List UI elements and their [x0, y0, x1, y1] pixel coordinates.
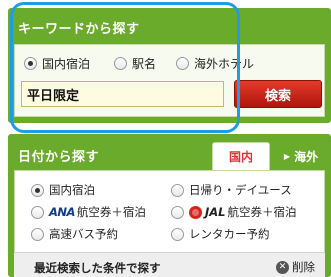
- date-search-panel: 日付から探す 国内 ▶ 海外 国内宿泊 日帰り・デイユース ANA 航空券＋宿泊…: [8, 134, 331, 277]
- option-day-trip[interactable]: 日帰り・デイユース: [171, 182, 292, 198]
- date-panel-title: 日付から探す: [18, 150, 100, 165]
- recent-search-title: 最近検索した条件で探す: [34, 261, 161, 275]
- option-label: 日帰り・デイユース: [189, 183, 292, 197]
- option-ana-package[interactable]: ANA 航空券＋宿泊: [31, 204, 146, 220]
- option-label: 航空券＋宿泊: [76, 205, 146, 219]
- radio-button[interactable]: [31, 227, 44, 241]
- keyword-input[interactable]: [21, 81, 224, 107]
- radio-button[interactable]: [31, 205, 44, 219]
- radio-domestic-stay[interactable]: 国内宿泊: [24, 55, 90, 72]
- radio-button[interactable]: [176, 57, 189, 70]
- search-button[interactable]: 検索: [234, 80, 322, 108]
- option-label: 高速バス予約: [49, 227, 118, 241]
- radio-button-checked[interactable]: [24, 57, 37, 70]
- radio-overseas-hotel[interactable]: 海外ホテル: [176, 55, 254, 72]
- ana-logo: ANA: [49, 205, 75, 219]
- radio-label: 駅名: [132, 57, 157, 71]
- radio-button[interactable]: [114, 57, 127, 70]
- radio-label: 海外ホテル: [194, 57, 255, 71]
- keyword-panel-body: 国内宿泊 駅名 海外ホテル 検索: [14, 44, 325, 117]
- radio-station[interactable]: 駅名: [114, 55, 156, 72]
- option-label: レンタカー予約: [189, 227, 270, 241]
- option-rental-car[interactable]: レンタカー予約: [171, 226, 270, 242]
- option-domestic-stay[interactable]: 国内宿泊: [31, 182, 95, 198]
- recent-search-bar: 最近検索した条件で探す ✕ 削除: [14, 252, 325, 277]
- radio-label: 国内宿泊: [42, 57, 91, 71]
- delete-label: 削除: [292, 260, 315, 274]
- jal-logo: JAL: [205, 205, 226, 219]
- radio-button-checked[interactable]: [31, 183, 44, 197]
- option-label: 航空券＋宿泊: [227, 205, 297, 219]
- keyword-search-panel: キーワードから探す 国内宿泊 駅名 海外ホテル 検索: [8, 8, 331, 123]
- option-label: 国内宿泊: [49, 183, 95, 197]
- close-icon: ✕: [276, 260, 289, 274]
- radio-button[interactable]: [171, 183, 184, 197]
- radio-button[interactable]: [171, 205, 184, 219]
- tab-domestic[interactable]: 国内: [212, 142, 270, 170]
- tab-overseas[interactable]: ▶ 海外: [276, 142, 326, 170]
- keyword-panel-title: キーワードから探す: [18, 22, 140, 37]
- tab-overseas-label: 海外: [294, 149, 319, 164]
- radio-button[interactable]: [171, 227, 184, 241]
- delete-button[interactable]: ✕ 削除: [276, 259, 315, 275]
- option-bus[interactable]: 高速バス予約: [31, 226, 118, 242]
- triangle-right-icon: ▶: [283, 151, 291, 161]
- option-jal-package[interactable]: JAL 航空券＋宿泊: [171, 204, 297, 220]
- jal-crane-icon: [189, 205, 202, 219]
